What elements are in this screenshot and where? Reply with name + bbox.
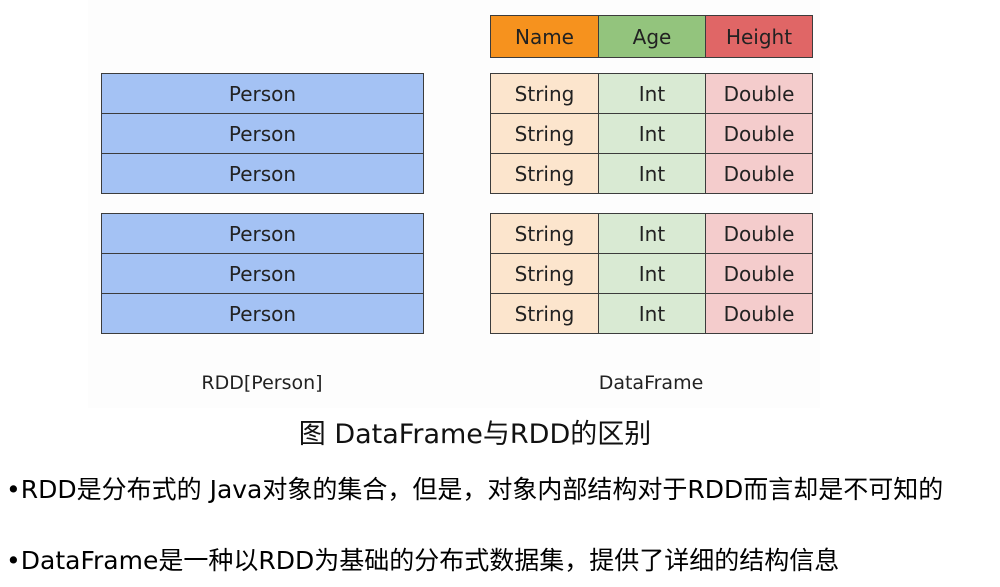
dataframe-cell-string: String xyxy=(490,113,599,154)
dataframe-cell-string: String xyxy=(490,253,599,294)
rdd-person-cell: Person xyxy=(101,293,424,334)
dataframe-cell-double: Double xyxy=(705,213,813,254)
dataframe-cell-int: Int xyxy=(598,213,706,254)
bullet-dataframe: •DataFrame是一种以RDD为基础的分布式数据集，提供了详细的结构信息 xyxy=(6,546,840,575)
dataframe-header-age: Age xyxy=(598,15,706,58)
dataframe-header-height: Height xyxy=(705,15,813,58)
diagram-panel xyxy=(88,0,820,408)
dataframe-cell-string: String xyxy=(490,73,599,114)
dataframe-cell-double: Double xyxy=(705,253,813,294)
rdd-person-cell: Person xyxy=(101,213,424,254)
dataframe-cell-int: Int xyxy=(598,113,706,154)
bullet-rdd: •RDD是分布式的 Java对象的集合，但是，对象内部结构对于RDD而言却是不可… xyxy=(6,475,944,504)
rdd-person-cell: Person xyxy=(101,113,424,154)
rdd-person-cell: Person xyxy=(101,153,424,194)
dataframe-cell-string: String xyxy=(490,293,599,334)
rdd-person-cell: Person xyxy=(101,253,424,294)
dataframe-cell-int: Int xyxy=(598,153,706,194)
dataframe-cell-int: Int xyxy=(598,73,706,114)
figure-caption: 图 DataFrame与RDD的区别 xyxy=(298,419,652,450)
rdd-person-cell: Person xyxy=(101,73,424,114)
dataframe-cell-double: Double xyxy=(705,73,813,114)
rdd-caption: RDD[Person] xyxy=(201,372,323,394)
slide: Person Person Person Person Person Person RDD… xyxy=(0,0,1000,587)
dataframe-cell-double: Double xyxy=(705,153,813,194)
dataframe-caption: DataFrame xyxy=(598,372,704,394)
dataframe-cell-double: Double xyxy=(705,113,813,154)
dataframe-cell-string: String xyxy=(490,213,599,254)
dataframe-cell-string: String xyxy=(490,153,599,194)
dataframe-cell-int: Int xyxy=(598,293,706,334)
dataframe-header-name: Name xyxy=(490,15,599,58)
dataframe-cell-double: Double xyxy=(705,293,813,334)
dataframe-cell-int: Int xyxy=(598,253,706,294)
